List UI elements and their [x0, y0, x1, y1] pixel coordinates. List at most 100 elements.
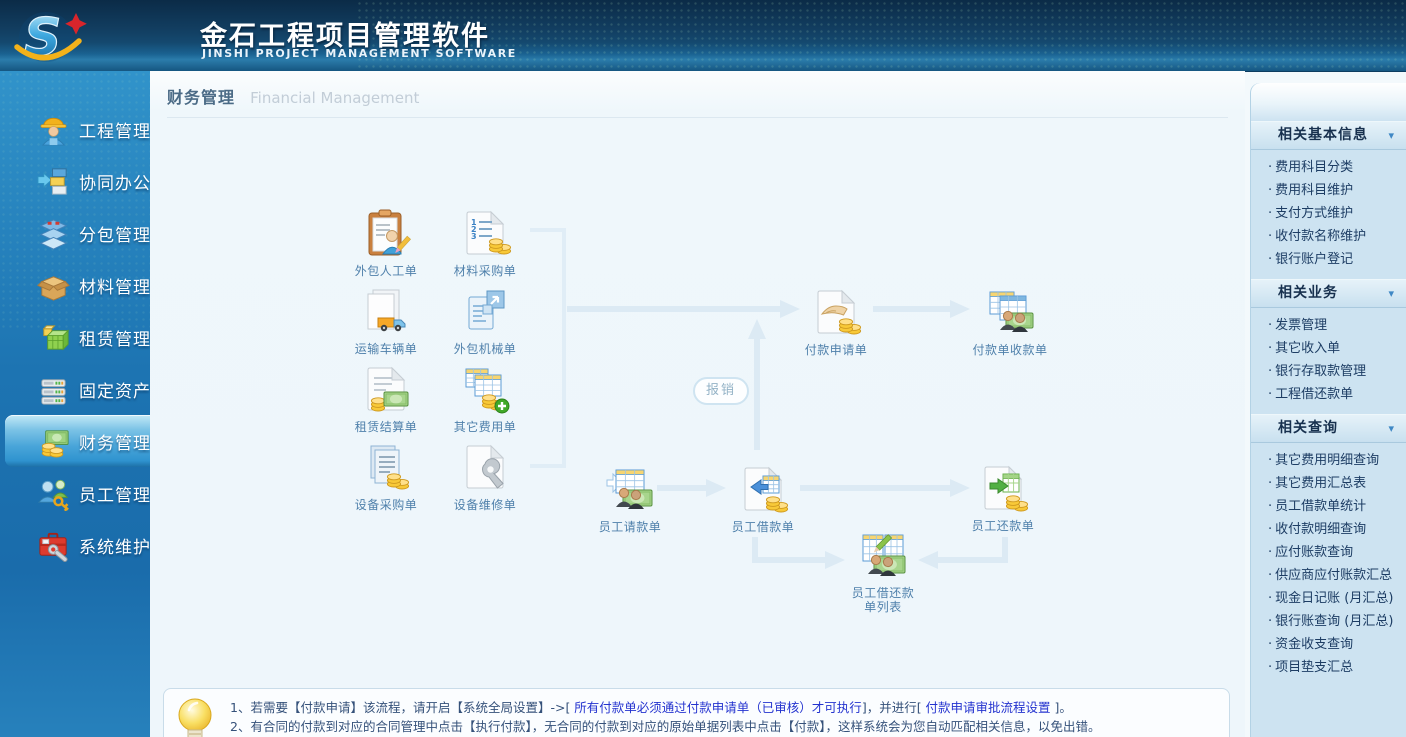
- rightbar-link[interactable]: ·收付款名称维护: [1251, 225, 1406, 248]
- sidebar-nav-item[interactable]: 分包管理: [0, 207, 150, 259]
- rightbar-link-label: 员工借款单统计: [1275, 499, 1366, 514]
- tip-link[interactable]: 所有付款单必须通过付款申请单（已审核）才可执行: [574, 700, 862, 715]
- bullet-glyph: ·: [1268, 499, 1272, 514]
- flow-node[interactable]: 外包人工单: [334, 207, 438, 278]
- rightbar-link-label: 项目垫支汇总: [1275, 660, 1353, 675]
- flow-node[interactable]: 付款单收款单: [958, 286, 1062, 357]
- tip-link[interactable]: 付款申请审批流程设置: [926, 700, 1051, 715]
- sidebar-nav-icon: [36, 267, 71, 303]
- flow-node-document-icon: [360, 441, 412, 493]
- flow-node-document-icon: [984, 286, 1036, 338]
- sidebar-nav-icon: [36, 527, 71, 563]
- rightbar-link[interactable]: ·工程借还款单: [1251, 383, 1406, 406]
- sidebar-nav-label: 协同办公: [79, 169, 151, 194]
- right-sidebar: 相关基本信息 ▾ ·费用科目分类·费用科目维护·支付方式维护·收付款名称维护·银…: [1250, 83, 1406, 737]
- section-related-query-title[interactable]: 相关查询 ▾: [1251, 414, 1406, 443]
- sidebar-nav-item[interactable]: 固定资产: [0, 363, 150, 415]
- tip-text-segment: ]，并进行[: [862, 700, 926, 715]
- bullet-glyph: ·: [1268, 318, 1272, 333]
- flow-node-document-icon: [857, 529, 909, 581]
- rightbar-link-label: 其它收入单: [1275, 341, 1340, 356]
- bullet-glyph: ·: [1268, 522, 1272, 537]
- flow-node[interactable]: 设备采购单: [334, 441, 438, 512]
- flow-node-label: 其它费用单: [433, 420, 537, 434]
- rightbar-link[interactable]: ·其它费用明细查询: [1251, 449, 1406, 472]
- flow-node[interactable]: 付款申请单: [784, 286, 888, 357]
- rightbar-link[interactable]: ·费用科目分类: [1251, 156, 1406, 179]
- section-related-business-title[interactable]: 相关业务 ▾: [1251, 279, 1406, 308]
- flow-node[interactable]: 员工请款单: [578, 463, 682, 534]
- flow-node[interactable]: 设备维修单: [433, 441, 537, 512]
- rightbar-link[interactable]: ·收付款明细查询: [1251, 518, 1406, 541]
- flow-node-label: 设备维修单: [433, 498, 537, 512]
- flow-node-label: 租赁结算单: [334, 420, 438, 434]
- flow-node[interactable]: 其它费用单: [433, 363, 537, 434]
- bullet-glyph: ·: [1268, 614, 1272, 629]
- flow-node-document-icon: [459, 363, 511, 415]
- section-title-text: 相关基本信息: [1278, 127, 1368, 143]
- rightbar-link-label: 收付款明细查询: [1275, 522, 1366, 537]
- sidebar-nav-icon: [36, 163, 71, 199]
- rightbar-link[interactable]: ·支付方式维护: [1251, 202, 1406, 225]
- sidebar-nav-icon: [36, 371, 71, 407]
- bullet-glyph: ·: [1268, 252, 1272, 267]
- sidebar-nav-label: 固定资产: [79, 377, 151, 402]
- flow-node[interactable]: 外包机械单: [433, 285, 537, 356]
- rightbar-link[interactable]: ·供应商应付账款汇总: [1251, 564, 1406, 587]
- sidebar-nav-item[interactable]: 租赁管理: [0, 311, 150, 363]
- sidebar-nav-item[interactable]: 财务管理: [5, 415, 150, 467]
- left-sidebar: 工程管理 协同办公 分包管理 材料管理 租赁管理 固定资产: [0, 71, 150, 737]
- sidebar-nav-item[interactable]: 协同办公: [0, 155, 150, 207]
- flow-node[interactable]: 员工还款单: [951, 462, 1055, 533]
- bullet-glyph: ·: [1268, 637, 1272, 652]
- sidebar-nav-item[interactable]: 材料管理: [0, 259, 150, 311]
- sidebar-nav-label: 工程管理: [79, 117, 151, 142]
- section-related-business: 相关业务 ▾ ·发票管理·其它收入单·银行存取款管理·工程借还款单: [1251, 279, 1406, 414]
- bullet-glyph: ·: [1268, 591, 1272, 606]
- flow-node-label: 外包人工单: [334, 264, 438, 278]
- flow-node[interactable]: 运输车辆单: [334, 285, 438, 356]
- flow-node-label: 员工借款单: [711, 520, 815, 534]
- right-sidebar-header: [1251, 83, 1406, 121]
- bullet-glyph: ·: [1268, 364, 1272, 379]
- rightbar-link[interactable]: ·费用科目维护: [1251, 179, 1406, 202]
- rightbar-link[interactable]: ·资金收支查询: [1251, 633, 1406, 656]
- flow-node[interactable]: 员工借款单: [711, 463, 815, 534]
- flow-node-label: 员工借还款单列表: [850, 586, 916, 615]
- sidebar-nav-item[interactable]: 员工管理: [0, 467, 150, 519]
- bullet-glyph: ·: [1268, 476, 1272, 491]
- sidebar-nav-item[interactable]: 工程管理: [0, 103, 150, 155]
- flow-node[interactable]: 租赁结算单: [334, 363, 438, 434]
- rightbar-link[interactable]: ·现金日记账 (月汇总): [1251, 587, 1406, 610]
- rightbar-link-label: 供应商应付账款汇总: [1275, 568, 1392, 583]
- flow-node-document-icon: [810, 286, 862, 338]
- section-title-text: 相关查询: [1278, 420, 1338, 436]
- rightbar-link[interactable]: ·项目垫支汇总: [1251, 656, 1406, 679]
- flow-node[interactable]: 123 材料采购单: [433, 207, 537, 278]
- rightbar-link[interactable]: ·银行存取款管理: [1251, 360, 1406, 383]
- rightbar-link[interactable]: ·银行账查询 (月汇总): [1251, 610, 1406, 633]
- tip-text-segment: 1、若需要【付款申请】该流程，请开启【系统全局设置】->[: [230, 700, 574, 715]
- sidebar-nav-icon: [36, 111, 71, 147]
- chevron-down-icon: ▾: [1388, 280, 1395, 307]
- sidebar-nav-label: 系统维护: [79, 533, 151, 558]
- rightbar-link[interactable]: ·其它费用汇总表: [1251, 472, 1406, 495]
- rightbar-link-label: 现金日记账 (月汇总): [1275, 591, 1393, 606]
- bullet-glyph: ·: [1268, 229, 1272, 244]
- flow-node-document-icon: 123: [459, 207, 511, 259]
- rightbar-link[interactable]: ·员工借款单统计: [1251, 495, 1406, 518]
- reimburse-badge: 报销: [693, 377, 749, 405]
- rightbar-link[interactable]: ·其它收入单: [1251, 337, 1406, 360]
- section-basic-info-list: ·费用科目分类·费用科目维护·支付方式维护·收付款名称维护·银行账户登记: [1251, 150, 1406, 279]
- section-basic-info-title[interactable]: 相关基本信息 ▾: [1251, 121, 1406, 150]
- flow-node-document-icon: [977, 462, 1029, 514]
- rightbar-link-label: 资金收支查询: [1275, 637, 1353, 652]
- rightbar-link[interactable]: ·应付账款查询: [1251, 541, 1406, 564]
- flow-node-document-icon: [459, 441, 511, 493]
- flow-node-label: 外包机械单: [433, 342, 537, 356]
- flow-node[interactable]: 员工借还款单列表: [831, 529, 935, 615]
- sidebar-nav-item[interactable]: 系统维护: [0, 519, 150, 571]
- rightbar-link[interactable]: ·银行账户登记: [1251, 248, 1406, 271]
- bullet-glyph: ·: [1268, 341, 1272, 356]
- rightbar-link[interactable]: ·发票管理: [1251, 314, 1406, 337]
